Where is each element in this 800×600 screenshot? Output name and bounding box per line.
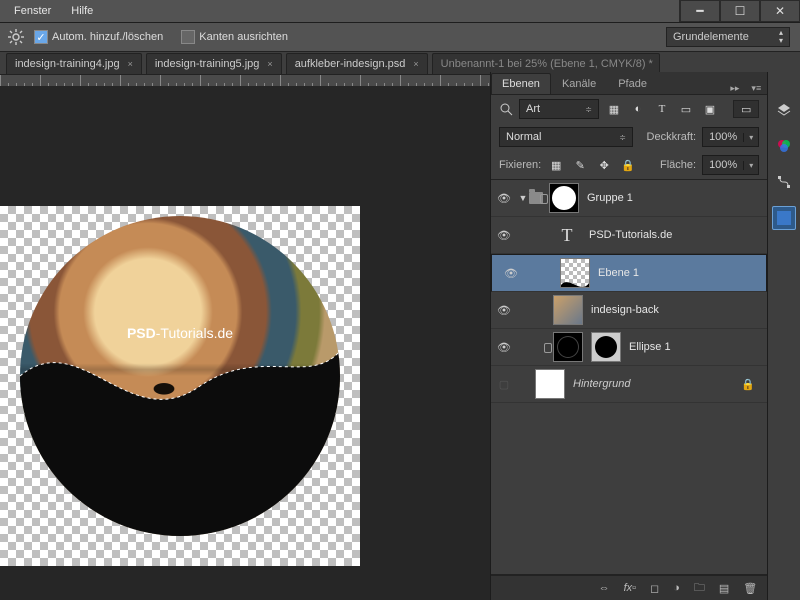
layer-row[interactable]: 👁 indesign-back — [491, 292, 767, 329]
new-layer-icon[interactable]: ▤ — [719, 582, 729, 595]
opacity-input[interactable]: 100%▾ — [702, 127, 759, 147]
layer-row-selected[interactable]: 👁 Ebene 1 — [491, 254, 767, 292]
close-icon[interactable]: × — [267, 59, 272, 69]
new-group-icon[interactable]: 🗀 — [694, 579, 705, 598]
panel-tab-bar: Ebenen Kanäle Pfade ▸▸ ▾≡ — [491, 72, 767, 95]
doc-tab-active[interactable]: Unbenannt-1 bei 25% (Ebene 1, CMYK/8) *× — [432, 53, 660, 74]
lock-pixels-icon[interactable]: ✎ — [571, 157, 589, 173]
menu-fenster[interactable]: Fenster — [4, 5, 61, 17]
layer-name[interactable]: Gruppe 1 — [587, 192, 633, 204]
canvas-area[interactable]: PSD-Tutorials.de — [0, 86, 490, 600]
layer-thumb[interactable] — [553, 332, 583, 362]
lock-transparent-icon[interactable]: ▦ — [547, 157, 565, 173]
window-minimize[interactable]: ━ — [680, 0, 720, 22]
doc-tab[interactable]: aufkleber-indesign.psd× — [286, 53, 428, 74]
adjustment-layer-icon[interactable]: ◑ — [673, 582, 680, 594]
brand-text: PSD-Tutorials.de — [127, 325, 233, 341]
menu-hilfe[interactable]: Hilfe — [61, 5, 103, 17]
layer-thumb[interactable] — [553, 295, 583, 325]
layer-name[interactable]: Ellipse 1 — [629, 341, 671, 353]
align-edges-checkbox[interactable]: Kanten ausrichten — [181, 30, 288, 44]
tab-pfade[interactable]: Pfade — [607, 73, 658, 94]
delete-layer-icon[interactable]: 🗑 — [743, 582, 757, 595]
filter-pixel-icon[interactable]: ▦ — [605, 101, 623, 117]
auto-add-checkbox[interactable]: ✓Autom. hinzuf./löschen — [34, 30, 163, 44]
link-layers-icon[interactable]: ⇔ — [599, 582, 610, 594]
close-icon[interactable]: × — [128, 59, 133, 69]
doc-tab[interactable]: indesign-training4.jpg× — [6, 53, 142, 74]
filter-type-icon[interactable]: T — [653, 101, 671, 117]
layers-list[interactable]: 👁 ▼ Gruppe 1 👁 T PSD-Tutorials.de 👁 Eben… — [491, 179, 767, 575]
disclosure-icon[interactable]: ▼ — [517, 193, 529, 203]
lock-all-icon[interactable]: 🔒 — [619, 157, 637, 173]
gear-icon[interactable] — [8, 29, 24, 45]
window-controls: ━ ☐ ✕ — [679, 0, 800, 22]
options-bar: ✓Autom. hinzuf./löschen Kanten ausrichte… — [0, 23, 800, 52]
layer-row-group[interactable]: 👁 ▼ Gruppe 1 — [491, 180, 767, 217]
close-icon[interactable]: × — [413, 59, 418, 69]
blend-opacity-row: Normal≑ Deckkraft: 100%▾ — [491, 123, 767, 151]
visibility-toggle[interactable]: 👁 — [498, 267, 524, 280]
fill-input[interactable]: 100%▾ — [702, 155, 759, 175]
layer-mask-icon[interactable]: ◻ — [650, 582, 659, 595]
tab-ebenen[interactable]: Ebenen — [491, 73, 551, 94]
layer-row-shape[interactable]: 👁 Ellipse 1 — [491, 329, 767, 366]
layer-thumb[interactable] — [535, 369, 565, 399]
layer-mask-thumb[interactable] — [549, 183, 579, 213]
layer-thumb[interactable] — [560, 258, 590, 288]
layer-name[interactable]: indesign-back — [591, 304, 659, 316]
window-maximize[interactable]: ☐ — [720, 0, 760, 22]
visibility-toggle[interactable]: 👁 — [491, 192, 517, 205]
blend-mode-select[interactable]: Normal≑ — [499, 127, 633, 147]
layer-row-text[interactable]: 👁 T PSD-Tutorials.de — [491, 217, 767, 254]
lock-position-icon[interactable]: ✥ — [595, 157, 613, 173]
filter-smart-icon[interactable]: ▣ — [701, 101, 719, 117]
window-close[interactable]: ✕ — [760, 0, 800, 22]
lock-fill-row: Fixieren: ▦ ✎ ✥ 🔒 Fläche: 100%▾ — [491, 151, 767, 179]
panel-collapse-icon[interactable]: ▸▸ — [724, 83, 745, 94]
collapsed-channels-icon[interactable] — [772, 134, 796, 158]
tab-kanaele[interactable]: Kanäle — [551, 73, 607, 94]
filter-shape-icon[interactable]: ▭ — [677, 101, 695, 117]
visibility-toggle[interactable]: 👁 — [491, 341, 517, 354]
fill-label: Fläche: — [660, 159, 696, 171]
layer-row-background[interactable]: ▢ Hintergrund 🔒 — [491, 366, 767, 403]
type-layer-icon: T — [553, 221, 581, 249]
search-icon[interactable] — [499, 102, 513, 116]
layers-panel: Ebenen Kanäle Pfade ▸▸ ▾≡ Art≑ ▦ ◐ T ▭ ▣… — [490, 72, 767, 600]
collapsed-color-icon[interactable] — [772, 206, 796, 230]
visibility-toggle[interactable]: 👁 — [491, 304, 517, 317]
layer-name[interactable]: Hintergrund — [573, 378, 630, 390]
document-canvas[interactable]: PSD-Tutorials.de — [0, 206, 360, 566]
collapsed-layers-icon[interactable] — [772, 98, 796, 122]
lock-label: Fixieren: — [499, 159, 541, 171]
menu-bar: Fenster Hilfe ━ ☐ ✕ — [0, 0, 800, 23]
layer-name[interactable]: Ebene 1 — [598, 267, 639, 279]
layer-name[interactable]: PSD-Tutorials.de — [589, 229, 672, 241]
filter-toggle[interactable]: ▭ — [733, 100, 759, 118]
lock-icon[interactable]: 🔒 — [737, 378, 759, 391]
right-dock: Ebenen Kanäle Pfade ▸▸ ▾≡ Art≑ ▦ ◐ T ▭ ▣… — [490, 72, 800, 600]
layer-filter-row: Art≑ ▦ ◐ T ▭ ▣ ▭ — [491, 95, 767, 123]
doc-tab[interactable]: indesign-training5.jpg× — [146, 53, 282, 74]
fx-icon[interactable]: fx▫ — [624, 582, 636, 594]
workspace-select[interactable]: Grundelemente▴▾ — [666, 27, 790, 47]
collapsed-paths-icon[interactable] — [772, 170, 796, 194]
filter-kind-select[interactable]: Art≑ — [519, 99, 599, 119]
visibility-toggle[interactable]: ▢ — [491, 378, 517, 391]
collapsed-panel-strip — [767, 72, 800, 600]
opacity-label: Deckkraft: — [647, 131, 697, 143]
visibility-toggle[interactable]: 👁 — [491, 229, 517, 242]
filter-adjust-icon[interactable]: ◐ — [629, 101, 647, 117]
artwork-wave-mask — [20, 216, 340, 536]
panel-menu-icon[interactable]: ▾≡ — [745, 83, 767, 94]
layers-footer: ⇔ fx▫ ◻ ◑ 🗀 ▤ 🗑 — [491, 575, 767, 600]
vector-mask-thumb[interactable] — [591, 332, 621, 362]
